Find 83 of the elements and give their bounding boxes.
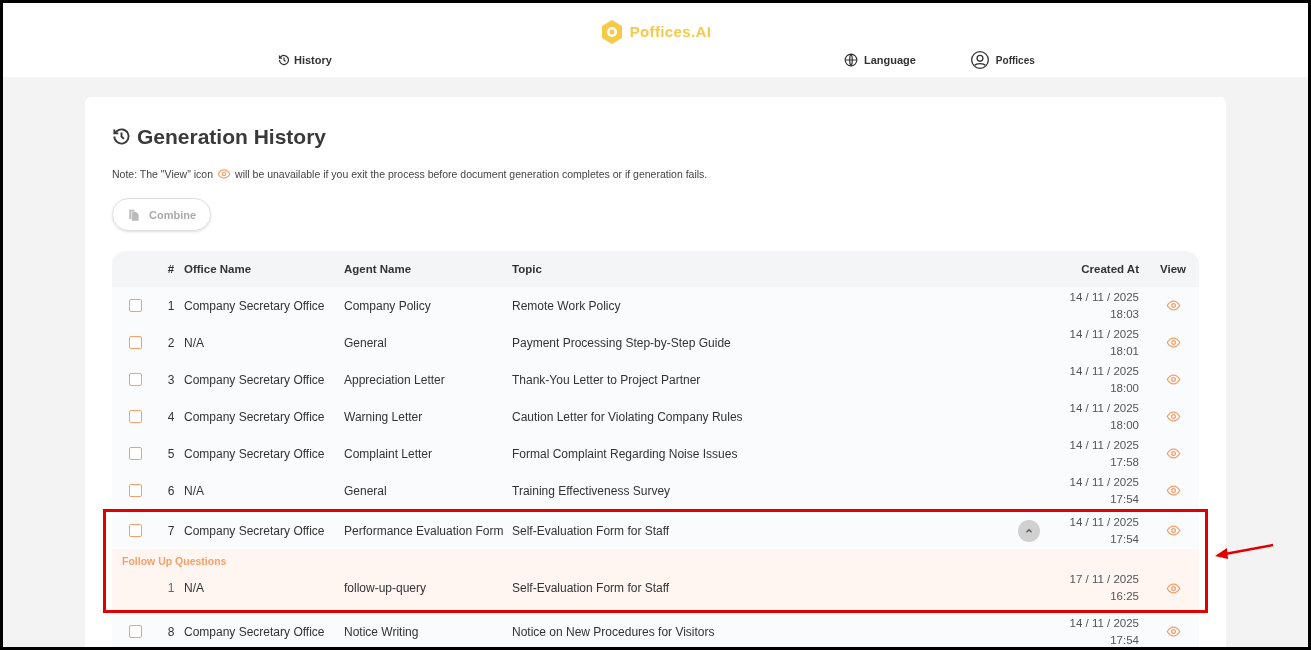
profile-menu[interactable]: Poffices	[969, 50, 1035, 70]
view-icon[interactable]	[1165, 409, 1181, 425]
agent-name-cell-text: Company Policy	[344, 297, 432, 315]
office-name-cell-text: Company Secretary Office	[184, 623, 326, 641]
created-at-text: 14 / 11 / 2025 18:01	[1068, 326, 1140, 359]
office-name-cell-text: N/A	[184, 334, 205, 352]
agent-name-cell-text: Performance Evaluation Form	[344, 522, 505, 540]
office-name-cell-text: Company Secretary Office	[184, 522, 326, 540]
row-checkbox[interactable]	[128, 373, 142, 387]
topic-cell-text: Caution Letter for Violating Company Rules	[512, 408, 744, 426]
row-checkbox[interactable]	[128, 447, 142, 461]
page-title: Generation History	[112, 121, 1199, 153]
follow-up-title: Follow Up Questions	[121, 554, 227, 570]
logo-icon	[599, 19, 624, 45]
agent-name-cell-text: follow-up-query	[344, 580, 428, 597]
office-name-cell-text: Company Secretary Office	[184, 445, 326, 463]
topic-cell-text: Payment Processing Step-by-Step Guide	[512, 334, 732, 352]
language-menu[interactable]: Language	[843, 51, 916, 69]
row-number: 3	[166, 371, 176, 389]
agent-name-cell-text: Appreciation Letter	[344, 371, 446, 389]
row-number: 6	[166, 482, 176, 500]
row-number: 1	[166, 580, 176, 597]
topic-cell-text: Remote Work Policy	[512, 297, 622, 315]
column-header: View	[1159, 261, 1187, 277]
column-header: Agent Name	[344, 261, 413, 277]
topic-cell-text: Thank-You Letter to Project Partner	[512, 371, 702, 389]
history-link[interactable]: History	[278, 51, 332, 69]
globe-icon	[843, 53, 858, 67]
column-header: Created At	[1080, 261, 1140, 277]
created-at-text: 17 / 11 / 2025 16:25	[1068, 572, 1140, 604]
created-at-text: 14 / 11 / 2025 18:00	[1068, 363, 1140, 396]
agent-name-cell-text: General	[344, 482, 388, 500]
topic-cell-text: Self-Evaluation Form for Staff	[512, 522, 671, 540]
view-icon[interactable]	[1165, 298, 1181, 314]
view-icon[interactable]	[1165, 523, 1181, 539]
created-at-text: 14 / 11 / 2025 17:54	[1068, 514, 1140, 547]
office-name-cell-text: Company Secretary Office	[184, 408, 326, 426]
user-icon	[969, 50, 990, 70]
row-checkbox[interactable]	[128, 625, 142, 638]
created-at-text: 14 / 11 / 2025 17:58	[1068, 437, 1140, 470]
view-icon[interactable]	[217, 167, 232, 182]
view-icon[interactable]	[1165, 624, 1181, 639]
note-text: Note: The "View" icon will be unavailable if you exit the process before document generation completes or if generation fails.	[112, 166, 709, 183]
office-name-cell-text: N/A	[184, 482, 205, 500]
created-at-text: 14 / 11 / 2025 17:54	[1068, 615, 1140, 647]
office-name-cell-text: Company Secretary Office	[184, 371, 326, 389]
row-number: 2	[166, 334, 176, 352]
topic-cell-text: Notice on New Procedures for Visitors	[512, 623, 716, 641]
row-checkbox[interactable]	[128, 410, 142, 424]
view-icon[interactable]	[1165, 483, 1181, 499]
created-at-text: 14 / 11 / 2025 17:54	[1068, 474, 1140, 507]
row-number: 1	[166, 297, 176, 315]
created-at-text: 14 / 11 / 2025 18:03	[1068, 289, 1140, 322]
history-icon	[112, 127, 131, 147]
row-checkbox[interactable]	[128, 524, 142, 538]
row-checkbox[interactable]	[128, 336, 142, 350]
view-icon[interactable]	[1165, 335, 1181, 351]
topic-cell-text: Training Effectiveness Survey	[512, 482, 672, 500]
copy-icon	[127, 207, 141, 222]
topic-cell-text: Self-Evaluation Form for Staff	[512, 580, 671, 597]
collapse-button[interactable]	[1018, 519, 1040, 542]
view-icon[interactable]	[1165, 372, 1181, 388]
history-icon	[278, 54, 290, 66]
agent-name-cell-text: General	[344, 334, 388, 352]
view-icon[interactable]	[1165, 580, 1181, 596]
row-number: 4	[166, 408, 176, 426]
agent-name-cell-text: Notice Writing	[344, 623, 420, 641]
topic-cell-text: Formal Complaint Regarding Noise Issues	[512, 445, 739, 463]
created-at-text: 14 / 11 / 2025 18:00	[1068, 400, 1140, 433]
row-number: 8	[166, 623, 176, 641]
column-header: Office Name	[184, 261, 253, 277]
row-checkbox[interactable]	[128, 484, 142, 498]
view-icon[interactable]	[1165, 446, 1181, 462]
agent-name-cell-text: Warning Letter	[344, 408, 424, 426]
pointer-arrow	[1213, 542, 1275, 561]
agent-name-cell-text: Complaint Letter	[344, 445, 434, 463]
column-header: Topic	[512, 261, 543, 277]
row-number: 7	[166, 522, 176, 540]
office-name-cell-text: N/A	[184, 580, 205, 597]
row-checkbox[interactable]	[128, 299, 142, 313]
row-number: 5	[166, 445, 176, 463]
column-header: #	[166, 261, 176, 277]
office-name-cell-text: Company Secretary Office	[184, 297, 326, 315]
